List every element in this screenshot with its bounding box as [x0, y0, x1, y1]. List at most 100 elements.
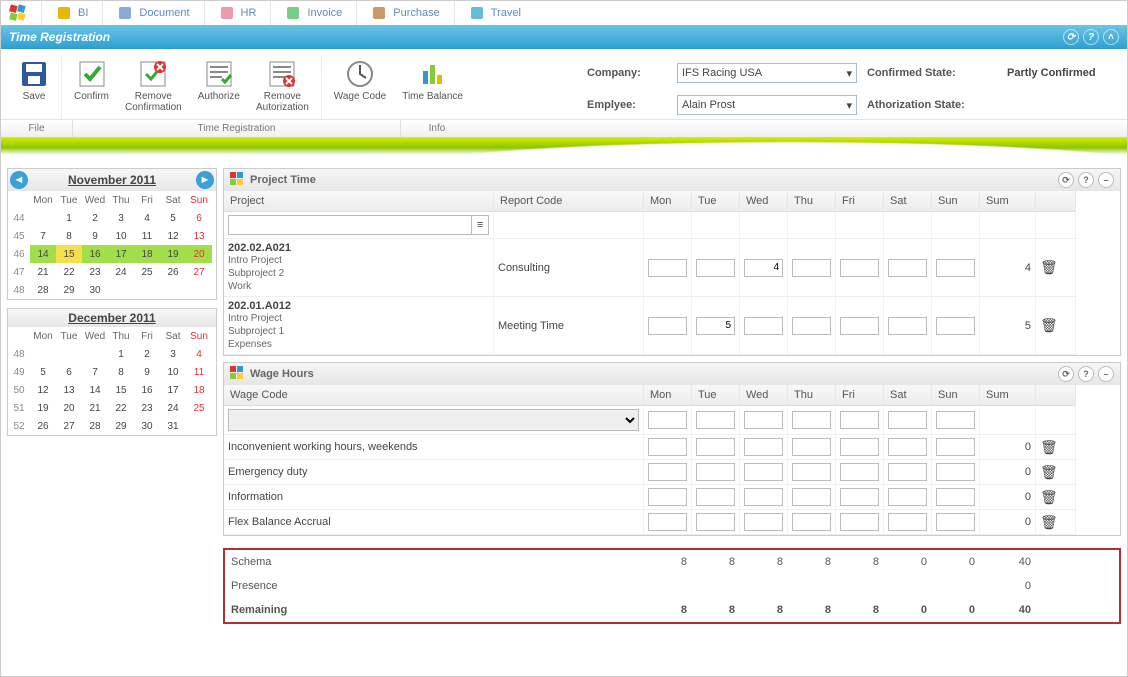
hours-input[interactable]: [936, 411, 975, 429]
calendar-day[interactable]: 20: [186, 245, 212, 263]
calendar-day[interactable]: 23: [134, 399, 160, 417]
topnav-item-hr[interactable]: HR: [204, 1, 271, 25]
calendar-day[interactable]: 3: [160, 345, 186, 363]
hours-input[interactable]: [840, 488, 879, 506]
hours-input[interactable]: [888, 411, 927, 429]
calendar-day[interactable]: 27: [56, 417, 82, 435]
calendar-day[interactable]: 23: [82, 263, 108, 281]
time-balance-button[interactable]: Time Balance: [394, 55, 471, 119]
topnav-item-purchase[interactable]: Purchase: [356, 1, 453, 25]
calendar-day[interactable]: 27: [186, 263, 212, 281]
hours-input[interactable]: [840, 259, 879, 277]
hours-input[interactable]: [936, 259, 975, 277]
hours-input[interactable]: [792, 438, 831, 456]
calendar-day[interactable]: 8: [56, 227, 82, 245]
hours-input[interactable]: [936, 513, 975, 531]
hours-input[interactable]: [792, 513, 831, 531]
hours-input[interactable]: [744, 463, 783, 481]
delete-row-button[interactable]: 🗑: [1040, 464, 1058, 481]
delete-row-button[interactable]: 🗑: [1040, 514, 1058, 531]
calendar-day[interactable]: 7: [30, 227, 56, 245]
calendar-day[interactable]: 25: [186, 399, 212, 417]
calendar-day[interactable]: 15: [56, 245, 82, 263]
hours-input[interactable]: [648, 463, 687, 481]
calendar-day[interactable]: 14: [82, 381, 108, 399]
calendar-day[interactable]: 9: [82, 227, 108, 245]
calendar-day[interactable]: 28: [82, 417, 108, 435]
hours-input[interactable]: [888, 259, 927, 277]
calendar-day[interactable]: 2: [134, 345, 160, 363]
save-button[interactable]: Save: [11, 55, 57, 119]
hours-input[interactable]: [936, 463, 975, 481]
calendar-day[interactable]: 16: [134, 381, 160, 399]
calendar-day[interactable]: 7: [82, 363, 108, 381]
hours-input[interactable]: [936, 488, 975, 506]
hours-input[interactable]: [696, 259, 735, 277]
employee-select[interactable]: Alain Prost▾: [677, 95, 857, 115]
calendar-day[interactable]: 29: [56, 281, 82, 299]
topnav-item-bi[interactable]: BI: [41, 1, 102, 25]
calendar-day[interactable]: 6: [56, 363, 82, 381]
hours-input[interactable]: [744, 438, 783, 456]
company-select[interactable]: IFS Racing USA▾: [677, 63, 857, 83]
calendar-day[interactable]: 11: [186, 363, 212, 381]
project-filter-input[interactable]: [228, 215, 472, 235]
refresh-icon[interactable]: ⟳: [1058, 366, 1074, 382]
calendar-day[interactable]: 18: [134, 245, 160, 263]
calendar-day[interactable]: 22: [56, 263, 82, 281]
hours-input[interactable]: [696, 488, 735, 506]
calendar-day[interactable]: 5: [30, 363, 56, 381]
topnav-item-document[interactable]: Document: [102, 1, 203, 25]
calendar-day[interactable]: 13: [56, 381, 82, 399]
calendar-day[interactable]: 12: [160, 227, 186, 245]
calendar-day[interactable]: 11: [134, 227, 160, 245]
calendar-day[interactable]: 2: [82, 209, 108, 227]
hours-input[interactable]: [888, 513, 927, 531]
calendar-day[interactable]: 1: [56, 209, 82, 227]
refresh-icon[interactable]: ⟳: [1063, 29, 1079, 45]
calendar-day[interactable]: 8: [108, 363, 134, 381]
remove-authorization-button[interactable]: RemoveAutorization: [248, 55, 317, 119]
calendar-day[interactable]: 30: [82, 281, 108, 299]
calendar-day[interactable]: 16: [82, 245, 108, 263]
hours-input[interactable]: [840, 438, 879, 456]
minimize-icon[interactable]: –: [1098, 366, 1114, 382]
calendar-day[interactable]: 3: [108, 209, 134, 227]
hours-input[interactable]: [696, 317, 735, 335]
hours-input[interactable]: [648, 513, 687, 531]
refresh-icon[interactable]: ⟳: [1058, 172, 1074, 188]
calendar-day[interactable]: 15: [108, 381, 134, 399]
help-icon[interactable]: ?: [1083, 29, 1099, 45]
calendar-day[interactable]: 4: [134, 209, 160, 227]
calendar-day[interactable]: 17: [160, 381, 186, 399]
hours-input[interactable]: [840, 513, 879, 531]
topnav-item-travel[interactable]: Travel: [454, 1, 535, 25]
calendar-day[interactable]: 29: [108, 417, 134, 435]
calendar-day[interactable]: 12: [30, 381, 56, 399]
hours-input[interactable]: [888, 463, 927, 481]
calendar-day[interactable]: 4: [186, 345, 212, 363]
calendar-next-button[interactable]: ►: [196, 171, 214, 189]
hours-input[interactable]: [648, 411, 687, 429]
calendar-day[interactable]: 19: [160, 245, 186, 263]
hours-input[interactable]: [648, 488, 687, 506]
hours-input[interactable]: [888, 317, 927, 335]
calendar-day[interactable]: 22: [108, 399, 134, 417]
calendar-day[interactable]: 26: [160, 263, 186, 281]
calendar-day[interactable]: 20: [56, 399, 82, 417]
help-icon[interactable]: ?: [1078, 366, 1094, 382]
calendar-day[interactable]: 6: [186, 209, 212, 227]
calendar-day[interactable]: 14: [30, 245, 56, 263]
delete-row-button[interactable]: 🗑: [1040, 317, 1058, 334]
calendar-day[interactable]: 31: [160, 417, 186, 435]
help-icon[interactable]: ?: [1078, 172, 1094, 188]
calendar-day[interactable]: 28: [30, 281, 56, 299]
calendar-day[interactable]: 21: [30, 263, 56, 281]
hours-input[interactable]: [888, 438, 927, 456]
calendar-day[interactable]: 26: [30, 417, 56, 435]
calendar-day[interactable]: 13: [186, 227, 212, 245]
project-picker-button[interactable]: ≡: [472, 215, 489, 235]
hours-input[interactable]: [792, 411, 831, 429]
hours-input[interactable]: [936, 438, 975, 456]
hours-input[interactable]: [696, 411, 735, 429]
